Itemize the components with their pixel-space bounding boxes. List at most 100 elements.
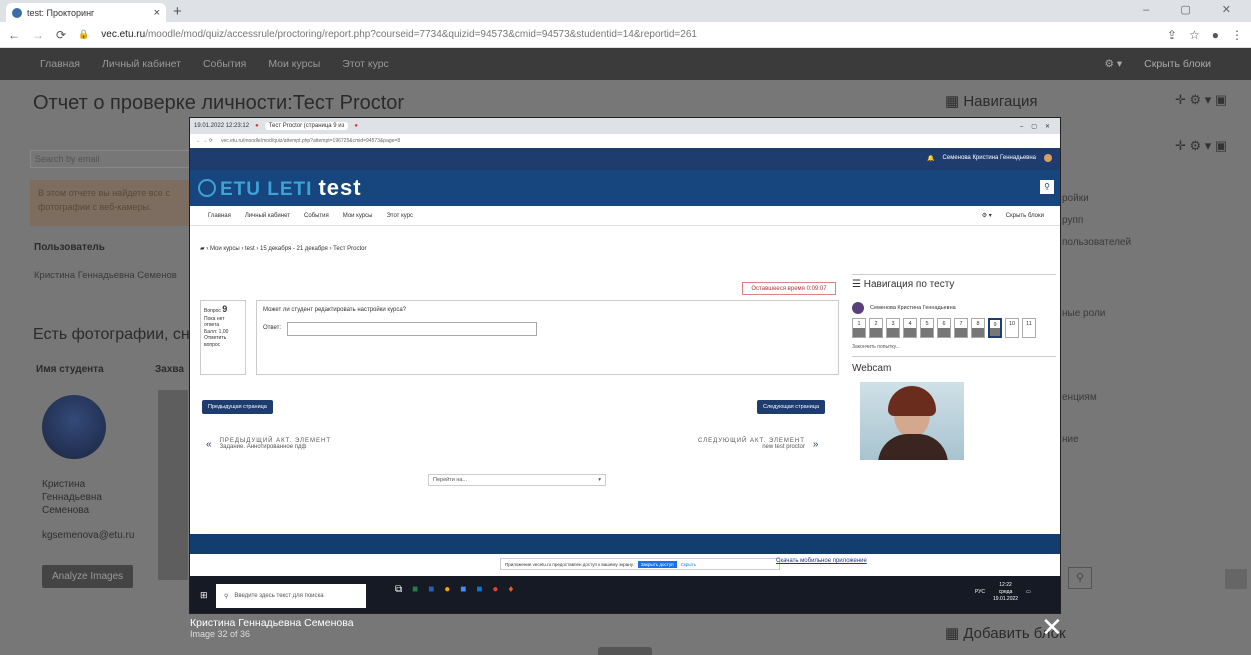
capture-share-notice: Приложение vecetu.ru предоставлен доступ… xyxy=(500,558,780,570)
capture-topbar: 🔔 Семенова Кристина Геннадьевна xyxy=(190,148,1060,170)
folder-icon: ▰ › xyxy=(200,246,210,252)
close-icon[interactable]: ✕ xyxy=(1041,612,1063,643)
quiz-nav-button: 8 xyxy=(971,318,985,338)
quiz-nav-button: 9 xyxy=(988,318,1002,338)
capture-question-text: Может ли студент редактировать настройки… xyxy=(263,307,407,313)
capture-timestamp: 19.01.2022 12:23:12 xyxy=(194,123,250,129)
record-icon: ● xyxy=(255,123,259,129)
photos-heading: Есть фотографии, сн xyxy=(33,326,190,343)
capture-timer: Оставшееся время 0:09:07 xyxy=(742,282,836,295)
right-nav-items: ройки рупп пользователей xyxy=(1062,193,1132,248)
nav-avatar-icon xyxy=(852,302,864,314)
chevron-left-icon: « xyxy=(206,438,212,450)
capture-jump-select: Перейти на... ▾ xyxy=(428,474,606,486)
block-controls-icon[interactable]: ✛ ⚙ ▾ ▣ xyxy=(1175,92,1227,108)
etu-logo-icon xyxy=(198,179,216,197)
caption-count: Image 32 of 36 xyxy=(190,629,251,639)
favicon-icon xyxy=(12,7,22,18)
nav-cabinet[interactable]: Личный кабинет xyxy=(102,58,181,70)
capture-address-bar: ← → ⟳ vec.etu.ru/moodle/mod/quiz/attempt… xyxy=(190,134,1060,148)
windows-start-icon: ⊞ xyxy=(200,590,208,600)
new-tab-button[interactable]: + xyxy=(173,3,182,20)
capture-quiz-nav: ☰ Навигация по тесту Семенова Кристина Г… xyxy=(852,274,1056,460)
capture-prev-page: Предыдущая страница xyxy=(202,400,273,414)
url-field[interactable]: vec.etu.ru/moodle/mod/quiz/accessrule/pr… xyxy=(101,29,697,40)
quiz-nav-button: 10 xyxy=(1005,318,1019,338)
scroll-top-button[interactable] xyxy=(1225,569,1247,589)
browser-tab[interactable]: test: Прокторинг × xyxy=(6,3,166,22)
menu-kebab-icon[interactable]: ⋮ xyxy=(1231,28,1243,42)
capture-taskbar-apps: ⧉ ■ ■ ● ■ ■ ● ♦ xyxy=(395,584,514,595)
capture-taskbar: ⊞ ⚲ Введите здесь текст для поиска ⧉ ■ ■ ● ■ ■… xyxy=(190,576,1060,613)
nav-courses[interactable]: Мои курсы xyxy=(268,58,320,70)
capture-tab-title: Тест Proctor (страница 9 из xyxy=(264,122,349,130)
student-name: Кристина Геннадьевна Семенова xyxy=(42,479,102,516)
capture-breadcrumb: ▰ › Мои курсы › test › 15 декабря - 21 д… xyxy=(200,246,367,252)
tab-close-icon[interactable]: × xyxy=(154,7,160,19)
quiz-nav-button: 7 xyxy=(954,318,968,338)
capture-column-header: Захва xyxy=(155,364,184,375)
capture-tab-bar: 19.01.2022 12:23:12 ● Тест Proctor (стра… xyxy=(190,118,1060,134)
back-icon[interactable]: ← xyxy=(8,28,20,42)
right-nav-item-comp[interactable]: енциям xyxy=(1062,392,1097,403)
tab-title: test: Прокторинг xyxy=(27,7,95,18)
right-nav-title: ▦ Навигация xyxy=(945,93,1038,110)
notification-icon: ▭ xyxy=(1026,589,1031,595)
grid-icon: ▦ xyxy=(945,625,964,642)
capture-taskbar-search: ⚲ Введите здесь текст для поиска xyxy=(216,584,366,608)
capture-next-activity: СЛЕДУЮЩИЙ АКТ. ЭЛЕМЕНТ new test proctor » xyxy=(698,438,819,450)
page-title: Отчет о проверке личности:Тест Proctor xyxy=(33,92,405,114)
capture-finish-attempt: Закончить попытку... xyxy=(852,344,900,350)
nav-events[interactable]: События xyxy=(203,58,246,70)
record-icon-2: ● xyxy=(354,123,359,129)
sitemap-icon: ▦ xyxy=(945,93,964,110)
search-icon[interactable]: ⚲ xyxy=(1068,567,1092,589)
capture-url: vec.etu.ru/moodle/mod/quiz/attempt.php?a… xyxy=(220,138,401,144)
browser-tab-bar: test: Прокторинг × + ‒ ▢ ✕ xyxy=(0,0,1251,22)
info-alert: В этом отчете вы найдете все с фотографи… xyxy=(30,180,190,226)
image-caption: Кристина Геннадьевна Семенова Image 32 o… xyxy=(190,617,354,639)
bell-icon: 🔔 xyxy=(927,155,935,162)
capture-tray: РУС 12:22 среда 19.01.2022 ▭ xyxy=(975,582,1031,602)
webcam-image xyxy=(860,382,964,460)
capture-nav-buttons: 1 2 3 4 5 6 7 8 9 10 11 xyxy=(852,318,1056,338)
forward-icon[interactable]: → xyxy=(32,28,44,42)
capture-thumbnails[interactable] xyxy=(158,390,188,580)
user-avatar-icon xyxy=(1044,154,1052,162)
capture-mobile-app: Скачать мобильное приложение xyxy=(776,558,867,564)
capture-answer-label: Ответ: xyxy=(263,325,282,331)
capture-nav-title: ☰ Навигация по тесту xyxy=(852,274,1056,290)
right-nav-item-other[interactable]: ние xyxy=(1062,434,1079,445)
capture-window-controls: ‒▢✕ xyxy=(1019,123,1058,130)
right-nav-item-roles[interactable]: ные роли xyxy=(1062,308,1105,319)
gear-icon[interactable]: ⚙ ▾ xyxy=(1105,58,1123,70)
quiz-nav-button: 2 xyxy=(869,318,883,338)
profile-icon[interactable]: ● xyxy=(1212,28,1219,42)
capture-banner: ETU LETI test ⚲ xyxy=(190,170,1060,206)
quiz-nav-button: 5 xyxy=(920,318,934,338)
window-controls[interactable]: ‒ ▢ ✕ xyxy=(1143,3,1245,16)
nav-this-course[interactable]: Этот курс xyxy=(342,58,389,70)
capture-nav-user: Семенова Кристина Геннадьевна xyxy=(852,302,1056,314)
quiz-nav-button: 4 xyxy=(903,318,917,338)
capture-search-icon: ⚲ xyxy=(1040,180,1054,194)
capture-footer xyxy=(190,534,1060,554)
chevron-right-icon: » xyxy=(812,438,819,450)
user-name-cell[interactable]: Кристина Геннадьевна Семенов xyxy=(34,270,177,281)
hide-blocks-link[interactable]: Скрыть блоки xyxy=(1144,58,1211,70)
quiz-nav-button: 11 xyxy=(1022,318,1036,338)
lock-icon: 🔒 xyxy=(78,29,90,39)
capture-answer-field xyxy=(287,322,537,336)
reload-icon[interactable]: ⟳ xyxy=(56,28,66,42)
nav-home[interactable]: Главная xyxy=(40,58,80,70)
capture-user: Семенова Кристина Геннадьевна xyxy=(942,155,1036,161)
bookmark-star-icon[interactable]: ☆ xyxy=(1189,28,1200,42)
analyze-images-button[interactable]: Analyze Images xyxy=(42,565,134,588)
quiz-nav-button: 6 xyxy=(937,318,951,338)
capture-webcam-title: Webcam xyxy=(852,356,1056,374)
user-column-header: Пользователь xyxy=(34,242,105,253)
block-controls-icon-2[interactable]: ✛ ⚙ ▾ ▣ xyxy=(1175,138,1227,154)
search-input[interactable]: Search by email xyxy=(30,150,190,168)
bottom-tab xyxy=(598,647,652,655)
share-icon[interactable]: ⇪ xyxy=(1167,28,1177,42)
